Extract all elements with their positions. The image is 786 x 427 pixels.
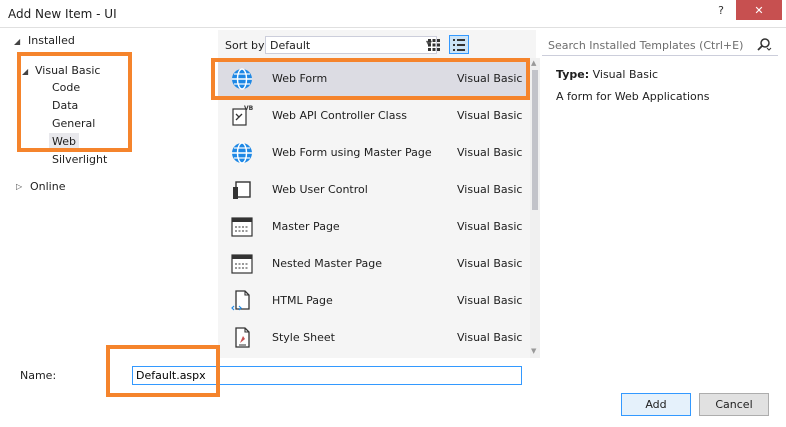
tree-item-online[interactable]: Online <box>30 178 65 196</box>
add-button[interactable]: Add <box>621 393 691 416</box>
template-row-web-form[interactable]: Web Form Visual Basic <box>218 60 530 97</box>
tree-item-visual-basic[interactable]: Visual Basic <box>35 62 100 80</box>
template-language: Visual Basic <box>457 257 523 270</box>
style-sheet-icon <box>235 327 250 348</box>
template-language: Visual Basic <box>457 146 523 159</box>
template-row-web-form-master[interactable]: Web Form using Master Page Visual Basic <box>218 134 530 171</box>
template-name: Web User Control <box>272 183 368 196</box>
window-title: Add New Item - UI <box>8 7 117 21</box>
globe-icon <box>232 68 252 90</box>
scroll-up-icon[interactable]: ▲ <box>531 59 536 67</box>
name-input[interactable] <box>132 366 522 385</box>
type-value: Visual Basic <box>592 68 659 81</box>
sort-dropdown[interactable]: Default ▼ <box>265 36 437 54</box>
globe-icon <box>232 142 252 164</box>
tree-item-installed[interactable]: Installed <box>28 32 75 50</box>
template-name: Web API Controller Class <box>272 109 407 122</box>
type-label: Type: <box>556 68 590 81</box>
template-row-html-page[interactable]: HTML Page Visual Basic <box>218 282 530 319</box>
template-name: Web Form using Master Page <box>272 146 432 159</box>
template-language: Visual Basic <box>457 331 523 344</box>
template-row-master-page[interactable]: Master Page Visual Basic <box>218 208 530 245</box>
cancel-button[interactable]: Cancel <box>699 393 769 416</box>
template-list: Web Form Visual Basic VB Web API Control… <box>218 58 530 358</box>
html-page-icon <box>231 290 250 311</box>
list-scrollbar[interactable]: ▲ ▼ <box>530 58 540 358</box>
template-language: Visual Basic <box>457 220 523 233</box>
tree-item-code[interactable]: Code <box>52 79 80 97</box>
template-language: Visual Basic <box>457 183 523 196</box>
category-tree: ◢ Installed ◢ Visual Basic Code Data Gen… <box>8 30 216 358</box>
sort-label: Sort by: <box>225 39 268 52</box>
sort-toolbar: Sort by: Default ▼ <box>218 30 536 58</box>
template-row-nested-master-page[interactable]: Nested Master Page Visual Basic <box>218 245 530 282</box>
list-view-icon <box>453 38 465 51</box>
master-page-icon <box>231 254 253 274</box>
master-page-icon <box>231 217 253 237</box>
close-button[interactable]: ✕ <box>736 0 782 20</box>
list-view-button[interactable] <box>449 35 469 54</box>
template-language: Visual Basic <box>457 294 523 307</box>
expanded-triangle-icon[interactable]: ◢ <box>22 67 28 76</box>
help-button[interactable]: ? <box>708 0 734 20</box>
tree-item-general[interactable]: General <box>52 115 95 133</box>
details-panel: Search Installed Templates (Ctrl+E) Type… <box>542 30 778 358</box>
svg-text:VB: VB <box>244 105 254 112</box>
template-description: A form for Web Applications <box>556 90 710 103</box>
collapsed-triangle-icon[interactable]: ▷ <box>16 182 22 191</box>
search-templates-input[interactable]: Search Installed Templates (Ctrl+E) <box>542 34 778 56</box>
template-name: Web Form <box>272 72 328 85</box>
template-row-style-sheet[interactable]: Style Sheet Visual Basic <box>218 319 530 356</box>
template-type: Type: Visual Basic <box>556 68 658 81</box>
template-name: Nested Master Page <box>272 257 382 270</box>
title-bar: Add New Item - UI ? ✕ <box>0 0 786 28</box>
grid-view-icon <box>428 38 440 51</box>
help-icon: ? <box>718 3 724 17</box>
vb-class-icon: VB <box>232 105 254 126</box>
template-name: Master Page <box>272 220 340 233</box>
scroll-down-icon[interactable]: ▼ <box>531 347 536 355</box>
grid-view-button[interactable] <box>424 35 444 54</box>
template-row-web-api-controller[interactable]: VB Web API Controller Class Visual Basic <box>218 97 530 134</box>
template-row-web-user-control[interactable]: Web User Control Visual Basic <box>218 171 530 208</box>
scroll-thumb[interactable] <box>532 70 538 210</box>
template-language: Visual Basic <box>457 72 523 85</box>
template-name: HTML Page <box>272 294 333 307</box>
close-icon: ✕ <box>754 3 764 17</box>
user-control-icon <box>233 181 251 199</box>
template-name: Style Sheet <box>272 331 335 344</box>
name-label: Name: <box>20 369 57 382</box>
tree-item-web[interactable]: Web <box>49 133 79 151</box>
search-placeholder: Search Installed Templates (Ctrl+E) <box>548 39 744 52</box>
tree-item-silverlight[interactable]: Silverlight <box>52 151 107 169</box>
template-language: Visual Basic <box>457 109 523 122</box>
tree-item-data[interactable]: Data <box>52 97 78 115</box>
expanded-triangle-icon[interactable]: ◢ <box>14 37 20 46</box>
search-icon[interactable] <box>756 37 772 53</box>
